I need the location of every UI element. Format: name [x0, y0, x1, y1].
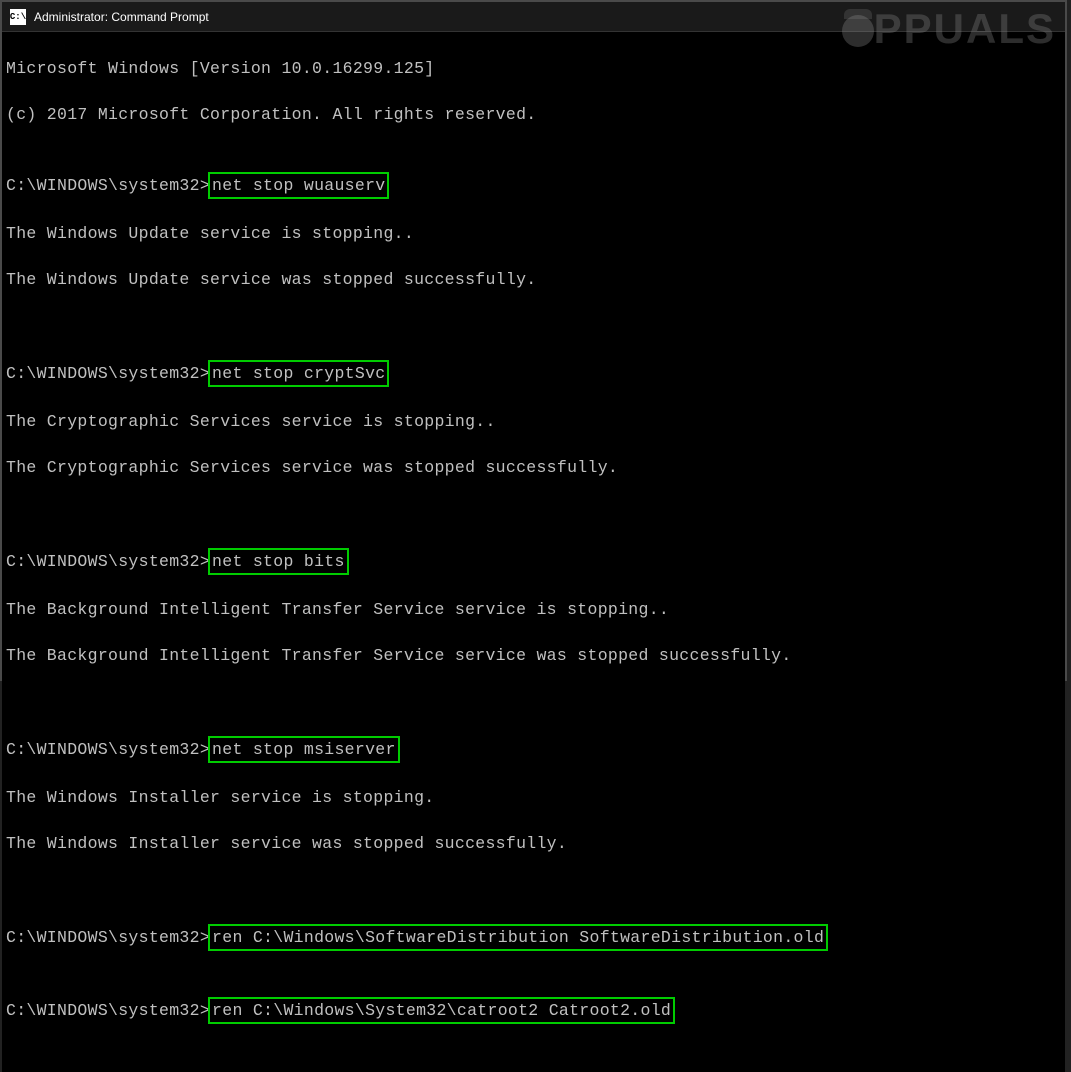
terminal-output[interactable]: Microsoft Windows [Version 10.0.16299.12… — [2, 32, 1065, 1072]
prompt: C:\WINDOWS\system32> — [6, 364, 210, 383]
prompt: C:\WINDOWS\system32> — [6, 552, 210, 571]
output-line: The Cryptographic Services service was s… — [6, 456, 1061, 479]
highlighted-command: net stop bits — [208, 548, 349, 575]
command-line-3: C:\WINDOWS\system32>net stop bits — [6, 548, 1061, 575]
output-line: The Windows Update service was stopped s… — [6, 268, 1061, 291]
highlighted-command: ren C:\Windows\System32\catroot2 Catroot… — [208, 997, 675, 1024]
highlighted-command: net stop cryptSvc — [208, 360, 389, 387]
output-line: The Cryptographic Services service is st… — [6, 410, 1061, 433]
prompt: C:\WINDOWS\system32> — [6, 1001, 210, 1020]
output-line: The Windows Installer service is stoppin… — [6, 786, 1061, 809]
prompt: C:\WINDOWS\system32> — [6, 176, 210, 195]
highlighted-command: ren C:\Windows\SoftwareDistribution Soft… — [208, 924, 828, 951]
watermark-text: PPUALS — [874, 5, 1056, 53]
prompt: C:\WINDOWS\system32> — [6, 740, 210, 759]
command-line-1: C:\WINDOWS\system32>net stop wuauserv — [6, 172, 1061, 199]
output-line: The Windows Installer service was stoppe… — [6, 832, 1061, 855]
command-line-5: C:\WINDOWS\system32>ren C:\Windows\Softw… — [6, 924, 1061, 951]
output-line: (c) 2017 Microsoft Corporation. All righ… — [6, 103, 1061, 126]
output-line: The Background Intelligent Transfer Serv… — [6, 598, 1061, 621]
highlighted-command: net stop msiserver — [208, 736, 400, 763]
command-line-4: C:\WINDOWS\system32>net stop msiserver — [6, 736, 1061, 763]
output-line: The Background Intelligent Transfer Serv… — [6, 644, 1061, 667]
window-title: Administrator: Command Prompt — [34, 10, 209, 24]
prompt: C:\WINDOWS\system32> — [6, 928, 210, 947]
highlighted-command: net stop wuauserv — [208, 172, 389, 199]
output-line: The Windows Update service is stopping.. — [6, 222, 1061, 245]
command-line-6: C:\WINDOWS\system32>ren C:\Windows\Syste… — [6, 997, 1061, 1024]
command-line-2: C:\WINDOWS\system32>net stop cryptSvc — [6, 360, 1061, 387]
watermark-face-icon — [839, 10, 877, 48]
cmd-icon: C:\ — [10, 9, 26, 25]
watermark-logo: PPUALS — [839, 5, 1056, 53]
output-line: Microsoft Windows [Version 10.0.16299.12… — [6, 57, 1061, 80]
command-prompt-window: C:\ Administrator: Command Prompt Micros… — [0, 0, 1067, 681]
